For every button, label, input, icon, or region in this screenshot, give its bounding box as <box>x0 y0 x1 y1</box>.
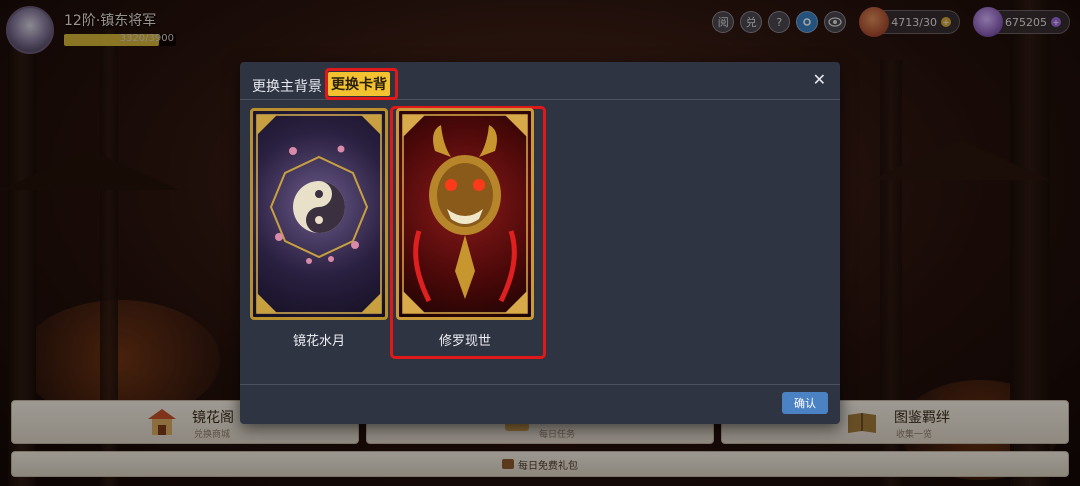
tab-main-background[interactable]: 更换主背景 <box>252 76 322 96</box>
dialog-divider <box>240 384 840 385</box>
card-option-mirror-moon[interactable]: 镜花水月 <box>250 108 388 349</box>
dialog-header: 更换主背景 更换卡背 ✕ <box>240 62 840 100</box>
tab-card-back[interactable]: 更换卡背 <box>328 72 390 96</box>
card-back-dialog: 更换主背景 更换卡背 ✕ 镜花水月 修罗现世 确认 <box>240 62 840 424</box>
card-option-asura[interactable]: 修罗现世 <box>396 108 534 349</box>
card-back-image[interactable] <box>396 108 534 320</box>
card-name: 镜花水月 <box>292 334 345 349</box>
confirm-button[interactable]: 确认 <box>782 392 828 414</box>
card-back-image[interactable] <box>250 108 388 320</box>
demon-mask-icon <box>402 114 528 314</box>
yin-yang-icon <box>256 114 382 314</box>
close-icon[interactable]: ✕ <box>813 70 826 89</box>
card-name: 修罗现世 <box>438 334 491 349</box>
